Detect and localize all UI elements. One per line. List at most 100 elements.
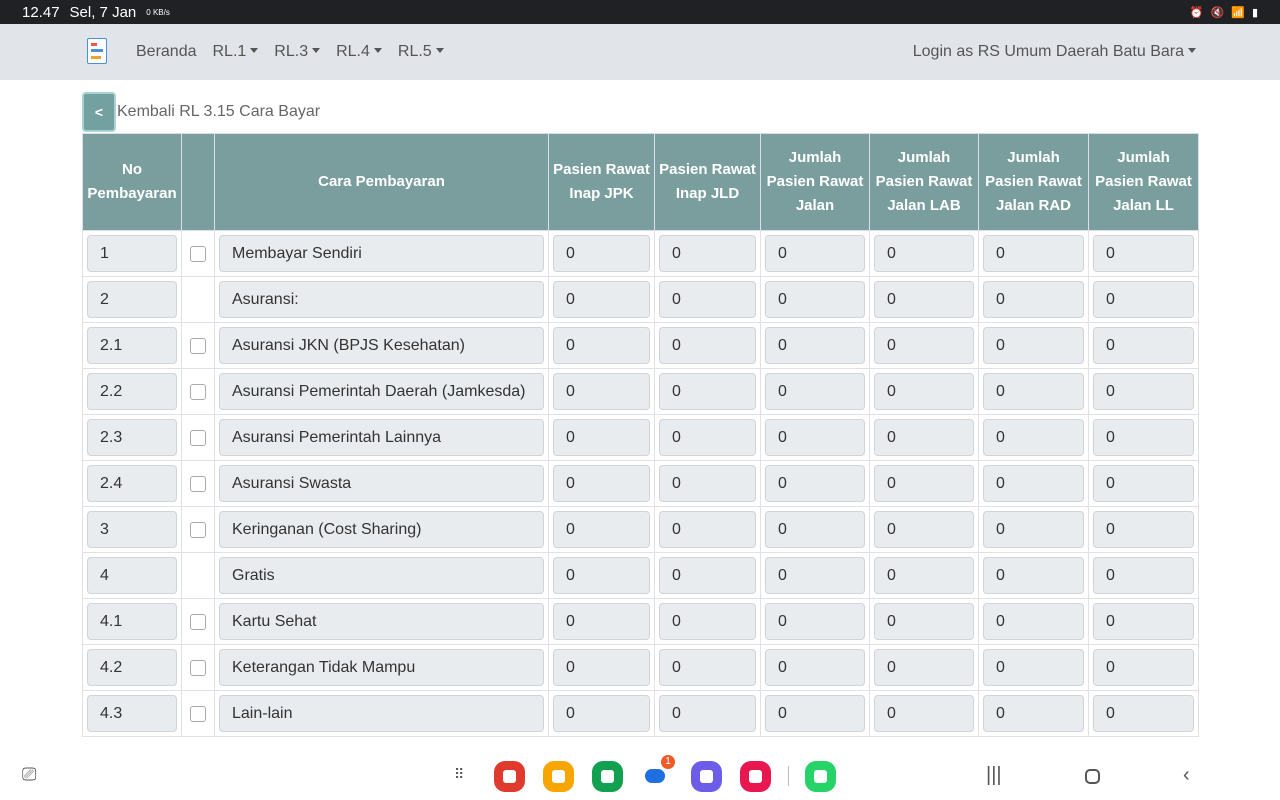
row-checkbox[interactable] bbox=[190, 521, 206, 538]
row-checkbox[interactable] bbox=[190, 475, 206, 492]
value-field[interactable]: 0 bbox=[553, 281, 650, 318]
value-field[interactable]: 0 bbox=[659, 465, 756, 502]
value-field[interactable]: 0 bbox=[1093, 511, 1194, 548]
value-field[interactable]: 0 bbox=[874, 373, 974, 410]
cara-pembayaran-field[interactable]: Asuransi: bbox=[219, 281, 544, 318]
cara-pembayaran-field[interactable]: Gratis bbox=[219, 557, 544, 594]
back-button[interactable]: < bbox=[82, 92, 116, 132]
value-field[interactable]: 0 bbox=[765, 235, 865, 272]
nav-item-rl3[interactable]: RL.3 bbox=[274, 43, 320, 61]
value-field[interactable]: 0 bbox=[874, 511, 974, 548]
value-field[interactable]: 0 bbox=[1093, 649, 1194, 686]
value-field[interactable]: 0 bbox=[553, 327, 650, 364]
app-drawer-icon[interactable]: ⠿ bbox=[454, 766, 464, 783]
value-field[interactable]: 0 bbox=[659, 511, 756, 548]
value-field[interactable]: 0 bbox=[553, 235, 650, 272]
cara-pembayaran-field[interactable]: Asuransi Pemerintah Daerah (Jamkesda) bbox=[219, 373, 544, 410]
nav-item-rl5[interactable]: RL.5 bbox=[398, 43, 444, 61]
value-field[interactable]: 0 bbox=[874, 649, 974, 686]
nav-item-beranda[interactable]: Beranda bbox=[136, 43, 197, 61]
value-field[interactable]: 0 bbox=[659, 557, 756, 594]
value-field[interactable]: 0 bbox=[553, 419, 650, 456]
whatsapp-app-icon[interactable] bbox=[805, 761, 836, 792]
value-field[interactable]: 0 bbox=[765, 373, 865, 410]
value-field[interactable]: 0 bbox=[659, 281, 756, 318]
value-field[interactable]: 0 bbox=[553, 603, 650, 640]
value-field[interactable]: 0 bbox=[553, 695, 650, 732]
value-field[interactable]: 0 bbox=[1093, 465, 1194, 502]
value-field[interactable]: 0 bbox=[765, 557, 865, 594]
app-logo-icon[interactable] bbox=[87, 38, 107, 64]
value-field[interactable]: 0 bbox=[874, 465, 974, 502]
no-field[interactable]: 2.1 bbox=[87, 327, 177, 364]
no-field[interactable]: 1 bbox=[87, 235, 177, 272]
value-field[interactable]: 0 bbox=[765, 465, 865, 502]
value-field[interactable]: 0 bbox=[659, 419, 756, 456]
cara-pembayaran-field[interactable]: Kartu Sehat bbox=[219, 603, 544, 640]
value-field[interactable]: 0 bbox=[659, 327, 756, 364]
value-field[interactable]: 0 bbox=[1093, 419, 1194, 456]
value-field[interactable]: 0 bbox=[983, 373, 1084, 410]
cara-pembayaran-field[interactable]: Keterangan Tidak Mampu bbox=[219, 649, 544, 686]
value-field[interactable]: 0 bbox=[874, 603, 974, 640]
value-field[interactable]: 0 bbox=[1093, 327, 1194, 364]
row-checkbox[interactable] bbox=[190, 337, 206, 354]
value-field[interactable]: 0 bbox=[553, 511, 650, 548]
nav-item-rl4[interactable]: RL.4 bbox=[336, 43, 382, 61]
row-checkbox[interactable] bbox=[190, 705, 206, 722]
value-field[interactable]: 0 bbox=[983, 557, 1084, 594]
value-field[interactable]: 0 bbox=[765, 603, 865, 640]
no-field[interactable]: 4.2 bbox=[87, 649, 177, 686]
value-field[interactable]: 0 bbox=[765, 649, 865, 686]
value-field[interactable]: 0 bbox=[1093, 603, 1194, 640]
no-field[interactable]: 4 bbox=[87, 557, 177, 594]
value-field[interactable]: 0 bbox=[659, 649, 756, 686]
internet-app-icon[interactable] bbox=[691, 761, 722, 792]
value-field[interactable]: 0 bbox=[659, 695, 756, 732]
value-field[interactable]: 0 bbox=[553, 649, 650, 686]
back-nav-icon[interactable]: ‹ bbox=[1183, 764, 1190, 787]
value-field[interactable]: 0 bbox=[1093, 281, 1194, 318]
row-checkbox[interactable] bbox=[190, 383, 206, 400]
value-field[interactable]: 0 bbox=[983, 603, 1084, 640]
value-field[interactable]: 0 bbox=[553, 557, 650, 594]
value-field[interactable]: 0 bbox=[553, 465, 650, 502]
cara-pembayaran-field[interactable]: Asuransi Swasta bbox=[219, 465, 544, 502]
value-field[interactable]: 0 bbox=[765, 281, 865, 318]
value-field[interactable]: 0 bbox=[1093, 695, 1194, 732]
value-field[interactable]: 0 bbox=[983, 649, 1084, 686]
no-field[interactable]: 2.3 bbox=[87, 419, 177, 456]
no-field[interactable]: 2.2 bbox=[87, 373, 177, 410]
value-field[interactable]: 0 bbox=[874, 235, 974, 272]
screen-icon[interactable]: ⎚ bbox=[22, 764, 36, 785]
value-field[interactable]: 0 bbox=[765, 695, 865, 732]
value-field[interactable]: 0 bbox=[983, 419, 1084, 456]
files-app-icon[interactable] bbox=[543, 761, 574, 792]
row-checkbox[interactable] bbox=[190, 613, 206, 630]
row-checkbox[interactable] bbox=[190, 429, 206, 446]
cara-pembayaran-field[interactable]: Asuransi Pemerintah Lainnya bbox=[219, 419, 544, 456]
no-field[interactable]: 2.4 bbox=[87, 465, 177, 502]
value-field[interactable]: 0 bbox=[765, 327, 865, 364]
value-field[interactable]: 0 bbox=[983, 281, 1084, 318]
value-field[interactable]: 0 bbox=[553, 373, 650, 410]
login-dropdown[interactable]: Login as RS Umum Daerah Batu Bara bbox=[913, 43, 1196, 61]
cara-pembayaran-field[interactable]: Asuransi JKN (BPJS Kesehatan) bbox=[219, 327, 544, 364]
value-field[interactable]: 0 bbox=[765, 419, 865, 456]
cara-pembayaran-field[interactable]: Keringanan (Cost Sharing) bbox=[219, 511, 544, 548]
notes-app-icon[interactable] bbox=[494, 761, 525, 792]
value-field[interactable]: 0 bbox=[659, 235, 756, 272]
value-field[interactable]: 0 bbox=[874, 281, 974, 318]
value-field[interactable]: 0 bbox=[983, 327, 1084, 364]
value-field[interactable]: 0 bbox=[874, 557, 974, 594]
no-field[interactable]: 4.3 bbox=[87, 695, 177, 732]
value-field[interactable]: 0 bbox=[983, 511, 1084, 548]
nav-item-rl1[interactable]: RL.1 bbox=[213, 43, 259, 61]
row-checkbox[interactable] bbox=[190, 245, 206, 262]
value-field[interactable]: 0 bbox=[874, 327, 974, 364]
value-field[interactable]: 0 bbox=[659, 603, 756, 640]
cara-pembayaran-field[interactable]: Membayar Sendiri bbox=[219, 235, 544, 272]
value-field[interactable]: 0 bbox=[874, 695, 974, 732]
recents-icon[interactable]: ||| bbox=[986, 764, 1002, 787]
row-checkbox[interactable] bbox=[190, 659, 206, 676]
